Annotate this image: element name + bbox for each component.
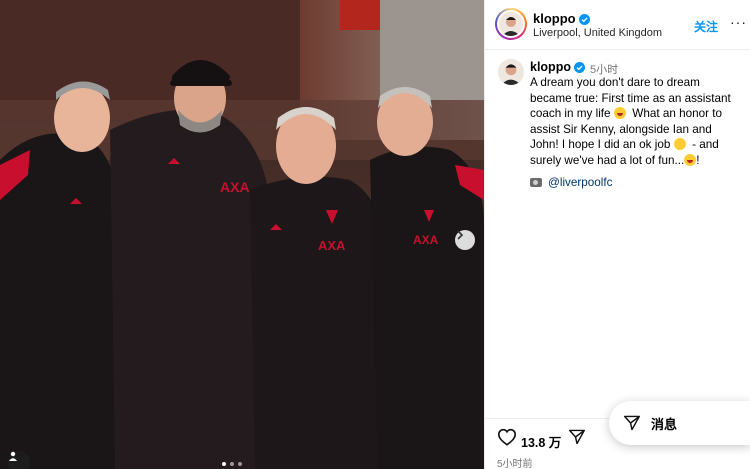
follow-button[interactable]: 关注 <box>694 18 718 35</box>
caption-fragment: John! I hope I did an ok job <box>530 138 671 151</box>
heart-icon[interactable] <box>497 428 517 446</box>
post-side-panel: kloppo Liverpool, United Kingdom 关注 ··· … <box>484 0 750 469</box>
send-icon[interactable] <box>568 429 586 445</box>
photo-illustration: AXA AXA AXA <box>0 0 484 469</box>
caption-fragment: coach in my life <box>530 107 611 120</box>
laughing-emoji-icon <box>684 153 697 166</box>
caption-line: A dream you don't dare to dream <box>530 76 700 89</box>
svg-text:AXA: AXA <box>220 179 250 195</box>
story-ring[interactable] <box>495 8 527 40</box>
post-location[interactable]: Liverpool, United Kingdom <box>533 27 662 39</box>
post-timestamp: 5小时前 <box>497 459 533 469</box>
carousel-next-button[interactable] <box>455 230 475 250</box>
paper-plane-icon <box>624 415 640 431</box>
messages-button[interactable]: 消息 <box>609 401 750 445</box>
carousel-dot <box>230 462 234 466</box>
avatar-image <box>499 12 523 36</box>
caption-line: John! I hope I did an ok job - and <box>530 137 740 153</box>
author-username-row[interactable]: kloppo <box>533 11 590 26</box>
post-header: kloppo Liverpool, United Kingdom 关注 ··· <box>485 0 750 50</box>
caption-fragment: surely we've had a lot of fun... <box>530 153 685 167</box>
user-tag-button[interactable] <box>8 451 30 469</box>
camera-icon <box>530 178 542 187</box>
caption-line: coach in my life What an honor to <box>530 106 740 122</box>
chevron-right-icon <box>457 230 464 240</box>
caption-text: A dream you don't dare to dream became t… <box>530 75 740 168</box>
verified-badge-icon <box>573 62 585 73</box>
caption-line: assist Sir Kenny, alongside Ian and <box>530 122 712 136</box>
more-options-icon[interactable]: ··· <box>730 14 747 30</box>
user-tag-icon <box>9 451 17 461</box>
mention-row: @liverpoolfc <box>530 176 612 189</box>
caption-author[interactable]: kloppo <box>530 60 571 74</box>
like-count[interactable]: 13.8 万 <box>521 432 561 451</box>
grinning-emoji-icon <box>613 107 626 119</box>
verified-badge-icon <box>578 14 590 25</box>
carousel-indicator <box>222 462 242 466</box>
avatar[interactable] <box>497 10 525 38</box>
caption-fragment: - and <box>692 138 719 151</box>
mention-link[interactable]: @liverpoolfc <box>548 176 612 189</box>
smiling-emoji-icon <box>673 138 686 150</box>
caption-line: surely we've had a lot of fun...! <box>530 153 740 169</box>
carousel-dot <box>238 462 242 466</box>
messages-label: 消息 <box>651 416 678 432</box>
carousel-dot <box>222 462 226 466</box>
caption-avatar[interactable] <box>498 59 524 85</box>
caption-author-row[interactable]: kloppo <box>530 60 585 74</box>
caption-fragment: What an honor to <box>632 107 722 120</box>
caption-line: became true: First time as an assistant <box>530 91 731 105</box>
caption-fragment: ! <box>696 153 700 167</box>
post-photo: AXA AXA AXA <box>0 0 484 469</box>
author-username[interactable]: kloppo <box>533 11 576 26</box>
svg-text:AXA: AXA <box>413 233 439 247</box>
svg-text:AXA: AXA <box>318 238 346 253</box>
avatar-image <box>498 59 524 85</box>
